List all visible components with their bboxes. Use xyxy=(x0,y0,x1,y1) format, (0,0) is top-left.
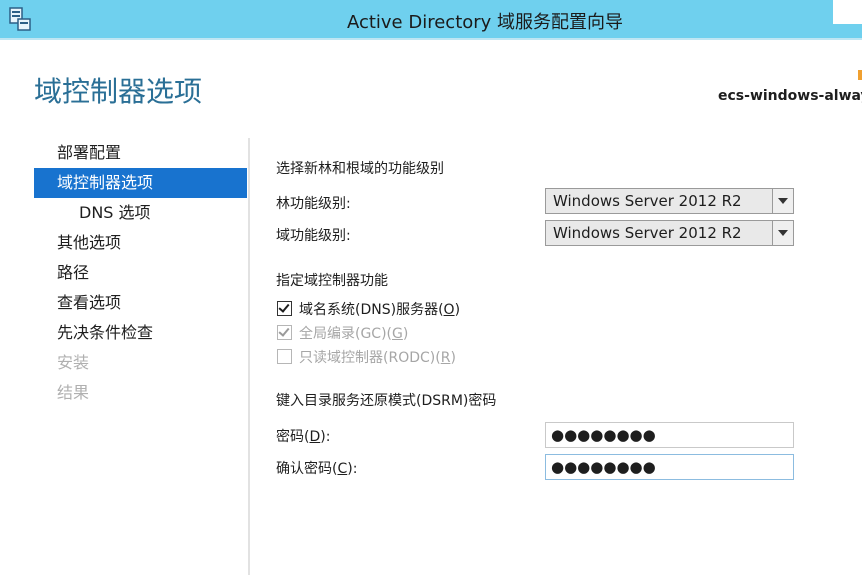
global-catalog-checkbox xyxy=(277,325,292,340)
dns-server-label: 域名系统(DNS)服务器(O) xyxy=(299,302,461,318)
nav-item-dc-options[interactable]: 域控制器选项 xyxy=(34,168,247,198)
confirm-password-field[interactable]: ●●●●●●●● xyxy=(545,454,794,480)
domain-level-dropdown-button[interactable] xyxy=(772,221,793,245)
confirm-password-label: 确认密码(C): xyxy=(276,461,358,477)
dsrm-heading: 键入目录服务还原模式(DSRM)密码 xyxy=(276,393,497,409)
rodc-label: 只读域控制器(RODC)(R) xyxy=(299,350,456,366)
dns-server-checkbox[interactable] xyxy=(277,301,292,316)
checkmark-icon xyxy=(278,301,290,313)
maximize-button[interactable] xyxy=(833,0,862,24)
nav-item-installation: 安装 xyxy=(57,353,90,372)
page-title: 域控制器选项 xyxy=(34,75,203,108)
chevron-down-icon xyxy=(778,198,788,204)
dc-capabilities-heading: 指定域控制器功能 xyxy=(276,273,388,289)
domain-level-value: Windows Server 2012 R2 xyxy=(553,224,742,242)
nav-item-review-options[interactable]: 查看选项 xyxy=(34,288,247,318)
global-catalog-label: 全局编录(GC)(G) xyxy=(299,326,409,342)
nav-item-deployment-config[interactable]: 部署配置 xyxy=(34,138,247,168)
target-server-name: ecs-windows-alway xyxy=(718,88,862,104)
password-label: 密码(D): xyxy=(276,429,331,445)
nav-item-results: 结果 xyxy=(57,383,90,402)
password-field[interactable]: ●●●●●●●● xyxy=(545,422,794,448)
forest-level-select[interactable]: Windows Server 2012 R2 xyxy=(545,188,794,214)
forest-level-dropdown-button[interactable] xyxy=(772,189,793,213)
nav-item-dns-options[interactable]: DNS 选项 xyxy=(34,198,247,228)
forest-level-label: 林功能级别: xyxy=(276,196,351,212)
checkmark-icon xyxy=(278,325,290,337)
domain-level-label: 域功能级别: xyxy=(276,228,351,244)
password-value: ●●●●●●●● xyxy=(551,426,656,444)
rodc-checkbox xyxy=(277,349,292,364)
warning-indicator xyxy=(858,70,862,80)
window-title: Active Directory 域服务配置向导 xyxy=(346,12,624,33)
nav-item-additional-options[interactable]: 其他选项 xyxy=(34,228,247,258)
nav-item-prerequisites-check[interactable]: 先决条件检查 xyxy=(34,318,247,348)
chevron-down-icon xyxy=(778,230,788,236)
nav-divider xyxy=(248,138,250,575)
nav-item-paths[interactable]: 路径 xyxy=(34,258,247,288)
domain-level-select[interactable]: Windows Server 2012 R2 xyxy=(545,220,794,246)
confirm-password-value: ●●●●●●●● xyxy=(551,458,656,476)
functional-level-heading: 选择新林和根域的功能级别 xyxy=(276,161,444,177)
title-bar-divider xyxy=(0,38,862,40)
forest-level-value: Windows Server 2012 R2 xyxy=(553,192,742,210)
